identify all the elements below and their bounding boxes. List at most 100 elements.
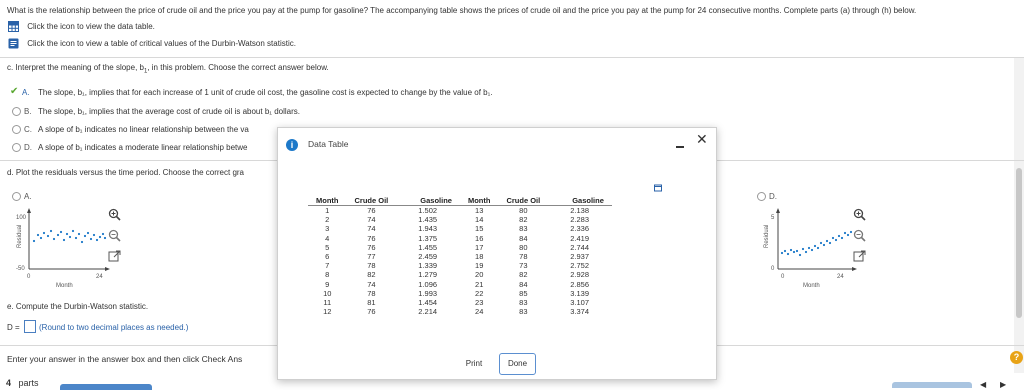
table-cell: 80 — [519, 206, 528, 215]
radio-icon[interactable] — [12, 107, 21, 116]
check-answer-button[interactable] — [892, 382, 972, 388]
table-cell: 21 — [475, 279, 484, 289]
column-header: Crude Oil — [346, 196, 397, 206]
table-row: 2 74 1.435 14 82 2.283 — [308, 215, 612, 224]
radio-icon[interactable] — [12, 125, 21, 134]
y-axis-label: Residual — [17, 225, 23, 248]
table-cell: 84 — [519, 279, 528, 289]
table-cell: 2.856 — [570, 279, 589, 289]
table-cell: 7 — [325, 261, 330, 271]
print-button[interactable]: Print — [454, 353, 494, 375]
info-icon: i — [286, 139, 298, 151]
table-cell: 83 — [519, 224, 528, 234]
table-cell: 83 — [519, 298, 528, 308]
table-cell: 2.138 — [570, 206, 589, 215]
zoom-out-icon[interactable] — [108, 229, 121, 242]
done-button[interactable]: Done — [499, 353, 536, 375]
radio-icon[interactable] — [12, 192, 21, 201]
data-table: Month Crude Oil Gasoline Month Crude Oil… — [308, 196, 612, 316]
table-cell: 2 — [325, 215, 330, 225]
table-cell: 18 — [475, 252, 484, 262]
option-d-d-letter: D. — [769, 192, 777, 201]
close-icon[interactable]: ✕ — [696, 131, 708, 148]
checkmark-icon: ✔ — [10, 86, 19, 97]
table-cell: 74 — [367, 224, 376, 234]
table-cell: 6 — [325, 252, 330, 262]
parts-count-number: 4 — [6, 378, 12, 388]
minimize-icon[interactable] — [676, 146, 684, 148]
y-tick-bottom: 0 — [771, 266, 775, 272]
table-cell: 23 — [475, 298, 484, 308]
popout-icon[interactable] — [108, 250, 121, 263]
table-cell: 4 — [325, 233, 330, 243]
parts-count: 4 parts — [6, 378, 39, 388]
option-c-a-letter: A. — [22, 88, 30, 97]
table-row: 9 74 1.096 21 84 2.856 — [308, 280, 612, 289]
table-cell: 1.993 — [418, 288, 438, 298]
durbin-table-link-text[interactable]: Click the icon to view a table of critic… — [27, 39, 296, 48]
table-cell: 1.375 — [418, 233, 438, 243]
table-cell: 3.107 — [570, 298, 589, 308]
table-cell: 17 — [475, 242, 484, 252]
table-row: 7 78 1.339 19 73 2.752 — [308, 261, 612, 270]
divider — [0, 57, 1024, 58]
help-icon[interactable]: ? — [1010, 351, 1023, 364]
x-tick-right: 24 — [837, 274, 844, 280]
table-cell: 9 — [325, 279, 330, 289]
table-cell: 22 — [475, 288, 484, 298]
x-tick-left: 0 — [27, 274, 31, 280]
part-c-prompt-tail: , in this problem. Choose the correct an… — [147, 63, 329, 72]
table-cell: 76 — [367, 242, 376, 252]
durbin-table-link[interactable]: Click the icon to view a table of critic… — [8, 38, 296, 49]
radio-icon[interactable] — [757, 192, 766, 201]
option-c-d-letter: D. — [24, 143, 32, 152]
x-axis-label: Month — [56, 283, 73, 289]
column-header: Gasoline — [548, 196, 612, 206]
option-c-b-letter: B. — [24, 107, 32, 116]
table-cell: 1.454 — [418, 298, 438, 308]
table-cell: 76 — [367, 206, 376, 215]
option-d-a-letter: A. — [24, 192, 32, 201]
table-cell: 8 — [325, 270, 330, 280]
table-cell: 2.283 — [570, 215, 589, 225]
table-cell: 14 — [475, 215, 484, 225]
table-cell: 83 — [519, 307, 528, 317]
part-e-prompt: e. Compute the Durbin-Watson statistic. — [7, 302, 149, 311]
table-cell: 15 — [475, 224, 484, 234]
table-cell: 77 — [367, 252, 376, 262]
x-axis-label: Month — [803, 283, 820, 289]
table-cell: 1.435 — [418, 215, 438, 225]
d-label: D = — [7, 323, 20, 332]
progress-bar — [60, 384, 152, 390]
table-cell: 78 — [367, 288, 376, 298]
table-row: 4 76 1.375 16 84 2.419 — [308, 234, 612, 243]
table-cell: 85 — [519, 288, 528, 298]
table-cell: 1 — [325, 206, 330, 215]
column-header: Month — [308, 196, 347, 206]
data-table-link[interactable]: Click the icon to view the data table. — [8, 21, 155, 32]
table-cell: 2.752 — [570, 261, 589, 271]
zoom-in-icon[interactable] — [853, 208, 866, 221]
table-row: 5 76 1.455 17 80 2.744 — [308, 243, 612, 252]
table-cell: 80 — [519, 242, 528, 252]
table-cell: 3 — [325, 224, 330, 234]
zoom-in-icon[interactable] — [108, 208, 121, 221]
table-cell: 20 — [475, 270, 484, 280]
data-table-dialog: i Data Table ✕ Month Crude Oil Gasoline … — [277, 127, 717, 380]
durbin-watson-input[interactable] — [24, 320, 36, 333]
table-cell: 78 — [367, 261, 376, 271]
table-cell: 73 — [519, 261, 528, 271]
table-cell: 13 — [475, 206, 484, 215]
radio-icon[interactable] — [12, 143, 21, 152]
table-cell: 82 — [519, 270, 528, 280]
y-tick-bottom: -50 — [16, 266, 25, 272]
zoom-out-icon[interactable] — [853, 229, 866, 242]
scrollbar[interactable] — [1014, 58, 1024, 373]
table-cell: 82 — [367, 270, 376, 280]
scrollbar-thumb[interactable] — [1016, 168, 1022, 318]
part-d-prompt: d. Plot the residuals versus the time pe… — [7, 168, 245, 177]
table-row: 6 77 2.459 18 78 2.937 — [308, 252, 612, 261]
popout-icon[interactable] — [853, 250, 866, 263]
copy-icon[interactable] — [654, 183, 664, 193]
data-table-link-text[interactable]: Click the icon to view the data table. — [27, 22, 155, 31]
